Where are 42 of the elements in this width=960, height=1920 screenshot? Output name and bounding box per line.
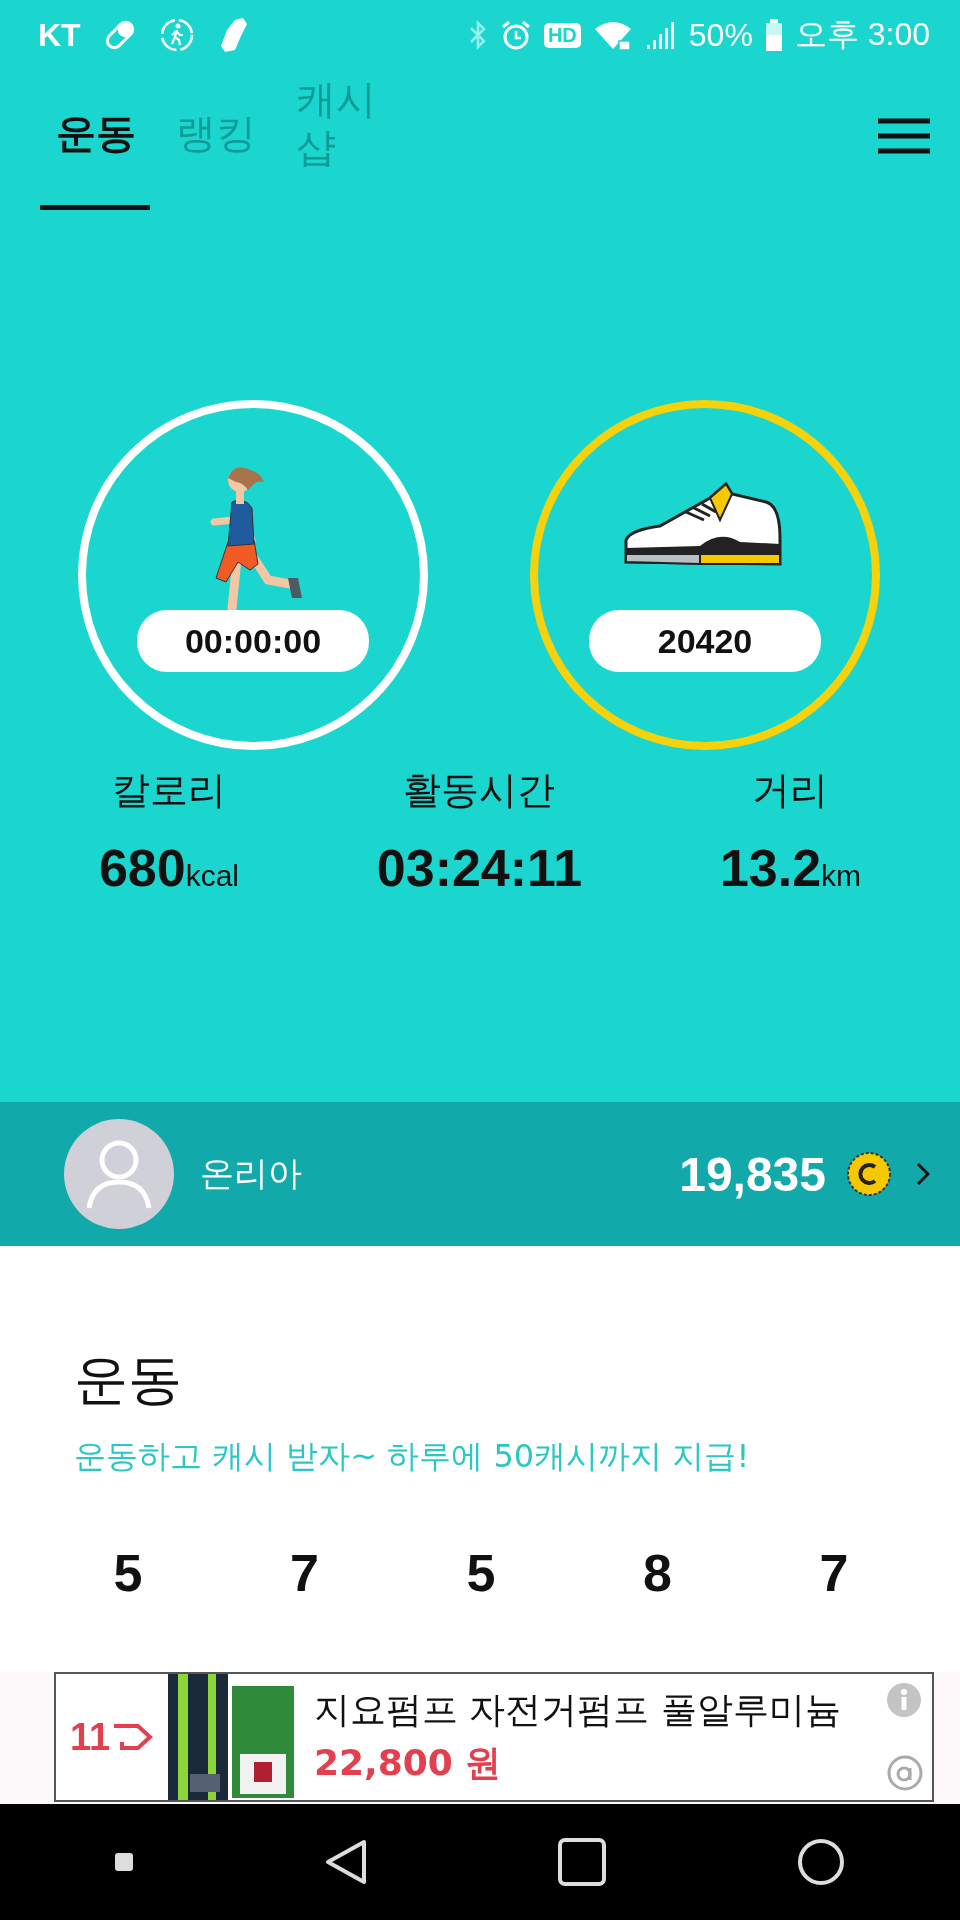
cash-points: 19,835: [679, 1146, 826, 1202]
count-value: 5: [112, 1543, 144, 1603]
timer-reading: 00:00:00: [137, 610, 369, 672]
carrier-name: KT: [38, 16, 81, 54]
stat-label: 칼로리: [111, 767, 226, 814]
section-title: 운동: [74, 1347, 183, 1413]
stat-value: 680kcal: [98, 838, 239, 898]
stat-value: 03:24:11: [376, 838, 583, 898]
user-name: 온리아: [200, 1152, 302, 1195]
chevron-button[interactable]: [916, 1162, 930, 1186]
store-logo: 11: [69, 1715, 111, 1759]
hd-icon: HD: [543, 22, 581, 48]
stat-value: 13.2km: [719, 838, 862, 898]
signal-icon: [644, 19, 677, 51]
battery-percent: 50%: [688, 16, 753, 54]
count-value: 8: [642, 1543, 673, 1603]
walking-icon: [158, 17, 195, 53]
stat-label: 거리: [752, 767, 829, 814]
chevron-right-icon: [916, 1162, 930, 1186]
ad-price: 22,800 원: [314, 1741, 503, 1785]
alarm-icon: [499, 19, 532, 51]
ad-title: 지요펌프 자전거펌프 풀알루미늄: [314, 1688, 841, 1732]
circle-icon: [796, 1838, 845, 1886]
clock-time: 오후 3:00: [794, 15, 930, 54]
info-icon: [886, 1682, 922, 1718]
menu-button[interactable]: [878, 118, 930, 157]
step-count: 20420: [589, 610, 821, 672]
square-icon: [558, 1838, 607, 1886]
section-subtitle: 운동하고 캐시 받자~ 하루에 50캐시까지 지급!: [74, 1436, 751, 1477]
coin-icon: [846, 1151, 892, 1197]
count-value: 5: [465, 1543, 497, 1603]
count-value: 7: [289, 1543, 320, 1603]
back-icon: [323, 1838, 368, 1886]
ad-banner[interactable]: 11 지요펌프 자전거펌프 풀알루미늄 22,800 원: [54, 1672, 934, 1802]
menu-icon: [878, 118, 930, 154]
wifi-icon: [592, 19, 633, 51]
stat-label: 활동시간: [403, 767, 556, 814]
ad-choices-icon: [886, 1754, 924, 1792]
count-value: 7: [818, 1543, 850, 1603]
tab[interactable]: 운동: [40, 70, 150, 210]
bluetooth-icon: [467, 19, 488, 51]
battery-icon: [764, 19, 783, 51]
